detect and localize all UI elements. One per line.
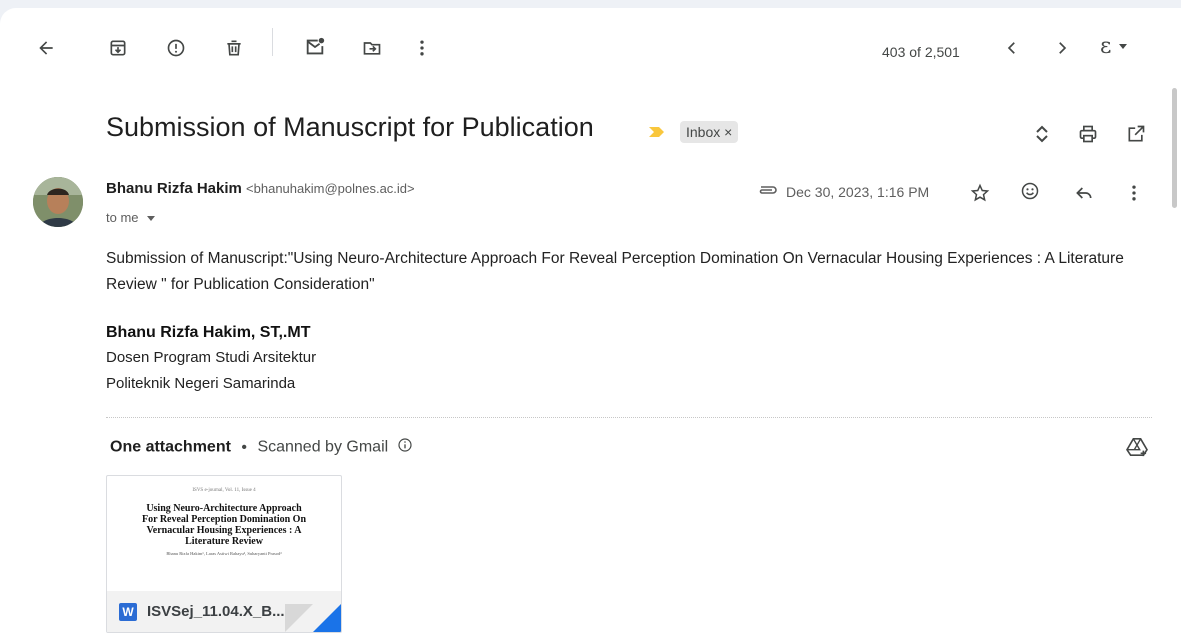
word-doc-icon: W bbox=[119, 603, 137, 621]
attachment-footer: W ISVSej_11.04.X_B... bbox=[107, 591, 341, 632]
caret-down-icon bbox=[1119, 43, 1128, 49]
info-icon[interactable] bbox=[397, 437, 413, 458]
attachments-divider bbox=[106, 417, 1152, 418]
scan-status: Scanned by Gmail bbox=[257, 438, 389, 456]
delete-icon[interactable] bbox=[222, 36, 246, 60]
important-marker-icon[interactable] bbox=[646, 122, 668, 142]
input-tools-button[interactable]: ε bbox=[1100, 32, 1128, 60]
more-vertical-icon[interactable] bbox=[410, 36, 434, 60]
report-spam-icon[interactable] bbox=[164, 36, 188, 60]
chevron-left-icon[interactable] bbox=[1000, 36, 1024, 60]
signature-name: Bhanu Rizfa Hakim, ST,.MT bbox=[106, 324, 311, 341]
sender-email: <bhanuhakim@polnes.ac.id> bbox=[246, 181, 415, 196]
signature-line-2: Politeknik Negeri Samarinda bbox=[106, 375, 296, 392]
expand-all-icon[interactable] bbox=[1030, 122, 1054, 146]
attachments-count: One attachment bbox=[110, 438, 231, 456]
thumb-authors: Bhanu Rizfa Hakim¹, Laras Astiwi Rahayu²… bbox=[166, 551, 282, 556]
thumb-header: ISVS e-journal, Vol. 11, Issue 4 bbox=[192, 488, 256, 493]
thumb-title: Using Neuro-Architecture Approach For Re… bbox=[141, 503, 307, 547]
message-counter: 403 of 2,501 bbox=[882, 44, 960, 60]
reply-icon[interactable] bbox=[1072, 181, 1096, 205]
attachment-clip-icon bbox=[754, 180, 780, 202]
sender-line: Bhanu Rizfa Hakim <bhanuhakim@polnes.ac.… bbox=[106, 180, 415, 197]
attachments-separator: • bbox=[241, 438, 247, 456]
scrollbar-thumb[interactable] bbox=[1172, 88, 1177, 208]
recipient-details[interactable]: to me bbox=[106, 210, 156, 225]
emoji-react-icon[interactable] bbox=[1018, 179, 1042, 203]
print-icon[interactable] bbox=[1076, 122, 1100, 146]
attachment-filename: ISVSej_11.04.X_B... bbox=[147, 603, 285, 620]
signature-line-1: Dosen Program Studi Arsitektur bbox=[106, 349, 317, 366]
recipient-text: to me bbox=[106, 210, 139, 225]
toolbar-divider bbox=[272, 28, 273, 56]
sender-name[interactable]: Bhanu Rizfa Hakim bbox=[106, 180, 242, 197]
archive-icon[interactable] bbox=[106, 36, 130, 60]
attachment-card[interactable]: ISVS e-journal, Vol. 11, Issue 4 Using N… bbox=[106, 475, 342, 633]
message-more-icon[interactable] bbox=[1122, 181, 1146, 205]
star-icon[interactable] bbox=[968, 181, 992, 205]
page-fold-icon bbox=[313, 604, 341, 632]
email-body: Submission of Manuscript:"Using Neuro-Ar… bbox=[106, 250, 1124, 293]
attachment-thumbnail: ISVS e-journal, Vol. 11, Issue 4 Using N… bbox=[107, 476, 341, 591]
recipient-caret-icon[interactable] bbox=[147, 216, 156, 222]
move-to-icon[interactable] bbox=[360, 36, 384, 60]
inbox-label-chip[interactable]: Inbox × bbox=[680, 121, 739, 143]
chevron-right-icon[interactable] bbox=[1050, 36, 1074, 60]
email-view: 403 of 2,501 ε Submission of Manuscript … bbox=[0, 8, 1181, 633]
email-subject: Submission of Manuscript for Publication bbox=[106, 112, 594, 142]
page-fold-shadow bbox=[285, 604, 313, 632]
mark-unread-icon[interactable] bbox=[302, 34, 328, 60]
email-date: Dec 30, 2023, 1:16 PM bbox=[786, 184, 930, 200]
attachments-header: One attachment • Scanned by Gmail bbox=[110, 437, 413, 458]
input-tools-glyph: ε bbox=[1100, 33, 1112, 59]
open-new-window-icon[interactable] bbox=[1124, 122, 1148, 146]
sender-avatar[interactable] bbox=[33, 177, 83, 227]
back-arrow-icon[interactable] bbox=[34, 36, 58, 60]
save-to-drive-icon[interactable] bbox=[1124, 436, 1150, 458]
